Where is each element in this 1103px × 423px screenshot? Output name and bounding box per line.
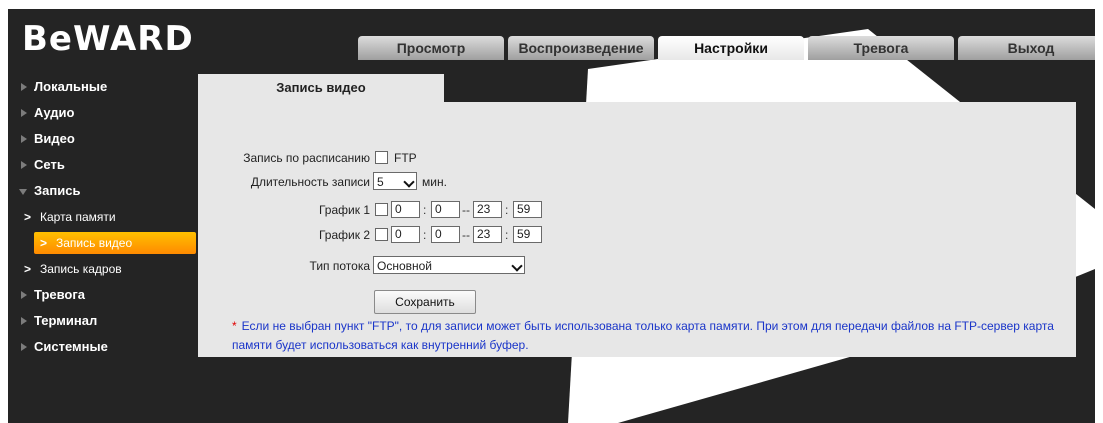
triangle-right-icon: [21, 317, 27, 325]
duration-value: 5: [377, 175, 384, 189]
schedule1-start-hour[interactable]: 0: [391, 201, 420, 218]
schedule1-start-minute[interactable]: 0: [431, 201, 460, 218]
schedule1-row: График 1 0 : 0 -- 23 : 59: [198, 200, 558, 220]
schedule2-row: График 2 0 : 0 -- 23 : 59: [198, 225, 558, 245]
sidebar-item-label: Аудио: [34, 105, 75, 120]
duration-unit: мин.: [422, 175, 447, 189]
schedule1-checkbox[interactable]: [375, 203, 388, 216]
stream-label: Тип потока: [309, 259, 370, 273]
sidebar-subitem-video-record[interactable]: > Запись видео: [34, 232, 196, 254]
schedule2-label: График 2: [318, 228, 370, 242]
ftp-checkbox[interactable]: [375, 151, 388, 164]
sidebar-item-label: Видео: [34, 131, 75, 146]
triangle-right-icon: [21, 343, 27, 351]
sidebar-item-record[interactable]: Запись: [8, 178, 198, 204]
triangle-right-icon: [21, 109, 27, 117]
triangle-right-icon: [21, 135, 27, 143]
info-note: * Если не выбран пункт "FTP", то для запи…: [232, 317, 1072, 355]
colon-separator: :: [505, 228, 509, 242]
schedule2-end-hour[interactable]: 23: [473, 226, 502, 243]
triangle-right-icon: [21, 161, 27, 169]
sidebar-item-label: Терминал: [34, 313, 98, 328]
schedule1-end-minute[interactable]: 59: [513, 201, 542, 218]
chevron-right-icon: >: [24, 262, 32, 276]
sidebar-item-label: Сеть: [34, 157, 65, 172]
settings-panel: Запись по расписанию FTP Длительность за…: [198, 102, 1076, 357]
sidebar-subitem-frame-record[interactable]: > Запись кадров: [8, 256, 198, 282]
colon-separator: :: [423, 203, 427, 217]
note-asterisk: *: [232, 319, 237, 333]
tab-playback[interactable]: Воспроизведение: [508, 36, 654, 60]
content-tab-title: Запись видео: [198, 74, 444, 102]
duration-row: Длительность записи 5 мин.: [198, 172, 498, 192]
tab-alarm[interactable]: Тревога: [808, 36, 954, 60]
tab-logout[interactable]: Выход: [958, 36, 1095, 60]
duration-select[interactable]: 5: [373, 172, 417, 190]
stream-value: Основной: [377, 259, 433, 273]
schedule2-start-hour[interactable]: 0: [391, 226, 420, 243]
chevron-right-icon: >: [40, 236, 48, 250]
tab-settings[interactable]: Настройки: [658, 36, 804, 60]
triangle-right-icon: [21, 291, 27, 299]
stream-select[interactable]: Основной: [373, 256, 525, 274]
triangle-down-icon: [19, 189, 27, 195]
schedule1-end-hour[interactable]: 23: [473, 201, 502, 218]
stream-row: Тип потока Основной: [198, 256, 558, 276]
sidebar-item-label: Локальные: [34, 79, 108, 94]
colon-separator: :: [423, 228, 427, 242]
schedule2-start-minute[interactable]: 0: [431, 226, 460, 243]
sidebar-item-alarm[interactable]: Тревога: [8, 282, 198, 308]
sidebar-item-label: Запись: [34, 183, 81, 198]
schedule1-label: График 1: [318, 203, 370, 217]
colon-separator: :: [505, 203, 509, 217]
brand-logo: BeWARD: [22, 19, 194, 59]
sidebar: Локальные Аудио Видео Сеть Запись > Карт…: [8, 74, 198, 360]
triangle-right-icon: [21, 83, 27, 91]
note-line-2: памяти будет использоваться как внутренн…: [232, 338, 529, 352]
ftp-label: FTP: [394, 151, 417, 165]
sidebar-subitem-label: Запись кадров: [40, 262, 122, 276]
duration-label: Длительность записи: [250, 175, 370, 189]
chevron-down-icon: [511, 260, 523, 272]
schedule-row: Запись по расписанию FTP: [198, 148, 498, 168]
schedule2-checkbox[interactable]: [375, 228, 388, 241]
save-button[interactable]: Сохранить: [374, 290, 476, 314]
chevron-down-icon: [403, 176, 415, 188]
schedule-label: Запись по расписанию: [243, 151, 370, 165]
note-line-1: Если не выбран пункт "FTP", то для запис…: [241, 319, 1054, 333]
sidebar-subitem-memory-card[interactable]: > Карта памяти: [8, 204, 198, 230]
sidebar-subitem-label: Запись видео: [56, 236, 133, 250]
sidebar-item-video[interactable]: Видео: [8, 126, 198, 152]
sidebar-item-audio[interactable]: Аудио: [8, 100, 198, 126]
sidebar-item-label: Тревога: [34, 287, 86, 302]
chevron-right-icon: >: [24, 210, 32, 224]
tab-view[interactable]: Просмотр: [358, 36, 504, 60]
dash-separator: --: [462, 228, 470, 242]
dash-separator: --: [462, 203, 470, 217]
sidebar-item-network[interactable]: Сеть: [8, 152, 198, 178]
app-window: BeWARD Просмотр Воспроизведение Настройк…: [8, 9, 1095, 423]
sidebar-item-terminal[interactable]: Терминал: [8, 308, 198, 334]
sidebar-subitem-label: Карта памяти: [40, 210, 116, 224]
sidebar-item-system[interactable]: Системные: [8, 334, 198, 360]
schedule2-end-minute[interactable]: 59: [513, 226, 542, 243]
sidebar-item-label: Системные: [34, 339, 108, 354]
sidebar-item-local[interactable]: Локальные: [8, 74, 198, 100]
